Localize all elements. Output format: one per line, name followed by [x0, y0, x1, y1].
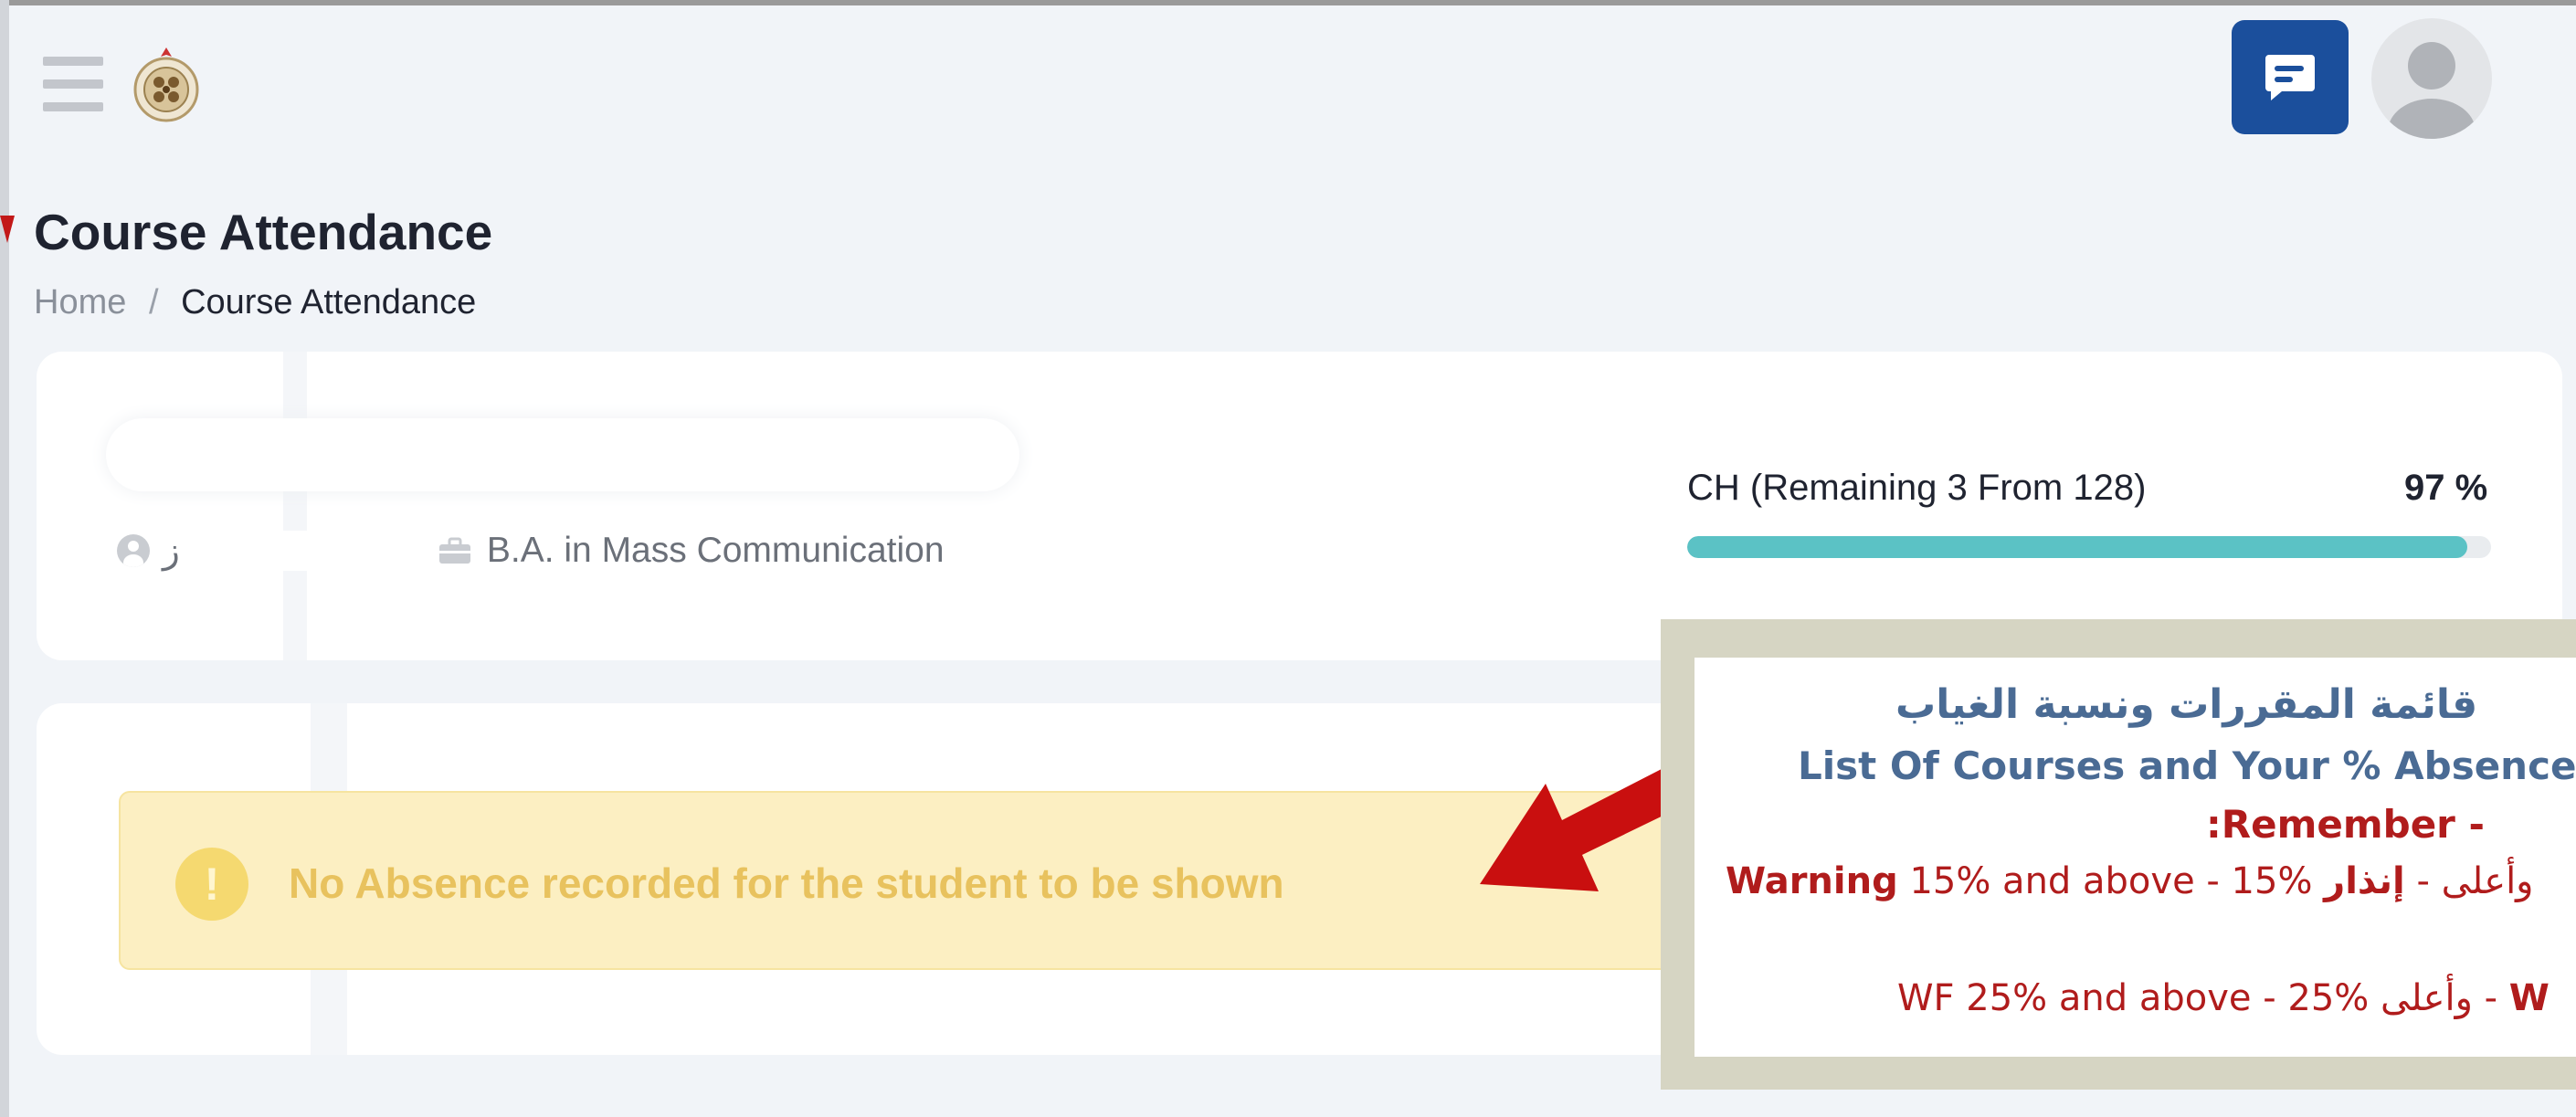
notice-warning-line: Warning 15% and above - 15% وأعلى - إنذا…: [1726, 860, 2534, 902]
breadcrumb-home[interactable]: Home: [34, 283, 126, 321]
warning-label-en: Warning: [1726, 860, 1898, 902]
student-name-initial: ﺯ: [163, 531, 180, 571]
wf-label-ar: W: [2508, 977, 2550, 1019]
wf-text-ar: 25% وأعلى -: [2287, 977, 2509, 1019]
notice-title-arabic: قائمة المقررات ونسبة الغياب: [1895, 681, 2478, 728]
student-name-redacted: [106, 418, 1019, 491]
breadcrumb-current: Course Attendance: [181, 283, 477, 321]
notice-title-english: List Of Courses and Your % Absences: [1798, 743, 2576, 788]
notice-panel: قائمة المقررات ونسبة الغياب List Of Cour…: [1694, 658, 2576, 1057]
hamburger-icon[interactable]: [43, 57, 103, 111]
avatar-icon: [2388, 42, 2476, 139]
credit-hours-label: CH (Remaining 3 From 128): [1687, 468, 2147, 508]
credit-hours-progress-bar: [1687, 536, 2491, 558]
user-icon: [117, 534, 150, 567]
credit-hours-percent: 97 %: [2404, 468, 2488, 508]
user-avatar[interactable]: [2371, 18, 2492, 139]
wf-text-en: WF 25% and above -: [1897, 977, 2288, 1019]
breadcrumb: Home / Course Attendance: [34, 283, 476, 322]
credit-hours-progress-fill: [1687, 536, 2467, 558]
briefcase-icon: [438, 537, 470, 564]
chat-button[interactable]: [2232, 20, 2349, 134]
red-marker: [0, 216, 15, 243]
student-id-redacted: [183, 531, 412, 571]
warning-text-en: 15% and above -: [1909, 860, 2232, 902]
warning-icon: !: [175, 848, 248, 921]
student-info-row: ﺯ B.A. in Mass Communication: [117, 528, 945, 574]
program-label: B.A. in Mass Communication: [486, 531, 945, 570]
university-logo[interactable]: [130, 44, 203, 128]
student-summary-card: [37, 352, 2562, 660]
notice-wf-line: WF 25% and above - 25% وأعلى - W: [1897, 977, 2550, 1019]
chat-icon: [2265, 54, 2315, 100]
breadcrumb-separator: /: [148, 283, 159, 321]
notice-remember: :Remember -: [2206, 802, 2485, 847]
window-top-border: [0, 0, 2576, 5]
warning-label-ar: إنذار: [2324, 860, 2405, 902]
window-left-border: [0, 0, 9, 1117]
alert-message: No Absence recorded for the student to b…: [289, 859, 1284, 907]
page-title: Course Attendance: [34, 204, 493, 260]
